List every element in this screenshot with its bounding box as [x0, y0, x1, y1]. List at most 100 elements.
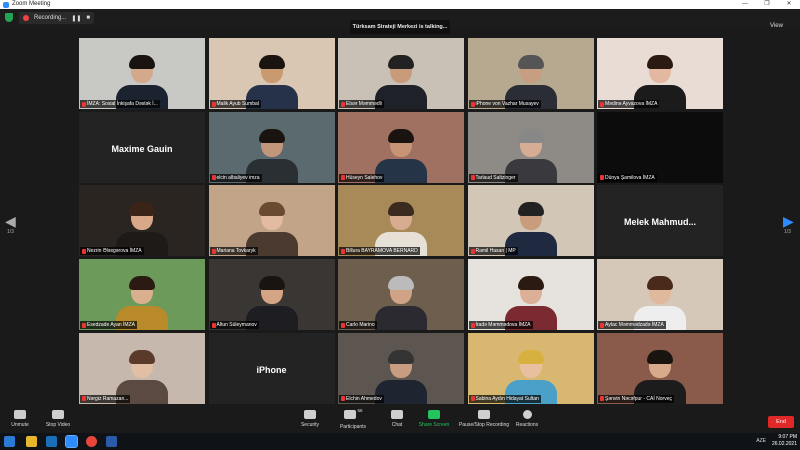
muted-mic-icon — [470, 322, 475, 328]
participants-button[interactable]: 56 Participants — [334, 408, 372, 430]
outlook-icon[interactable] — [46, 436, 57, 447]
participant-name: iPhone von Vazhar Musayev — [475, 101, 539, 107]
share-screen-button[interactable]: Share Screen — [414, 408, 454, 428]
participant-tile[interactable]: Aytac Məmmədzadə İMZA — [597, 259, 723, 331]
participant-tile[interactable]: iPhone — [208, 332, 335, 404]
muted-mic-icon — [82, 322, 86, 328]
recording-dot-icon — [23, 15, 29, 21]
active-speaker-banner: Türksam Strateji Merkezi is talking... — [350, 20, 450, 34]
participant-name-label: Carlo Marino — [339, 321, 377, 330]
participant-tile[interactable]: Billura BAYRAMOVA BERNARD — [338, 185, 464, 257]
word-icon[interactable] — [106, 436, 117, 447]
participant-name-label: Elchin Ahmedov — [339, 394, 384, 403]
participant-tile[interactable]: Malik Ayub Sumbal — [208, 38, 335, 109]
pause-recording-label: Pause/Stop Recording — [458, 422, 510, 428]
participant-name: Nərgiz Ramazan... — [87, 395, 129, 402]
participant-tile[interactable]: İMZA: Sosial İnkişafa Dəstək İ... — [79, 38, 205, 109]
participant-tile[interactable]: Ramil Hasan | MP — [467, 185, 594, 257]
participant-tile[interactable]: Esedzade Ayan İMZA — [79, 259, 205, 331]
muted-mic-icon — [341, 396, 345, 402]
participant-name-label: Nərgiz Ramazan... — [80, 394, 131, 403]
muted-mic-icon — [211, 101, 216, 107]
participant-name-label: Sabina Aydın Hidayat Sultan — [468, 394, 541, 403]
security-shield-icon[interactable] — [5, 13, 13, 22]
participant-tile[interactable]: Hüseyn Salehov — [338, 111, 464, 183]
windows-taskbar: AZE 9:07 PM 26.02.2021 — [0, 433, 800, 450]
participant-tile[interactable]: Elchin Ahmedov — [338, 332, 464, 404]
participant-tile[interactable]: Nezrin Ələsgərova İMZA — [79, 185, 205, 257]
participant-tile[interactable]: Şənvin Nəcəfpur - CAİ Norveç — [597, 332, 723, 404]
close-button[interactable]: ✕ — [778, 0, 800, 9]
participant-name: İradə Məmmədova İMZA — [475, 322, 531, 329]
participant-tile[interactable]: Melek Mahmud... — [597, 185, 723, 257]
participant-tile[interactable]: Carlo Marino — [338, 259, 464, 331]
muted-mic-icon — [600, 396, 604, 402]
chat-button[interactable]: Chat — [377, 408, 417, 428]
reactions-smiley-icon — [522, 410, 532, 419]
file-explorer-icon[interactable] — [26, 436, 37, 447]
meeting-toolbar: Unmute Stop Video Security 56 Participan… — [0, 406, 800, 433]
clock-date: 26.02.2021 — [771, 441, 797, 447]
end-meeting-button[interactable]: End — [768, 416, 794, 428]
pause-recording-button[interactable]: ❚❚ — [71, 15, 81, 22]
stop-video-button[interactable]: Stop Video — [38, 408, 78, 428]
participant-name: Sabina Aydın Hidayat Sultan — [475, 395, 539, 402]
participant-tile[interactable]: Tarlaud Saltzinger — [467, 111, 594, 183]
participant-tile[interactable]: iPhone von Vazhar Musayev — [467, 38, 594, 109]
reactions-button[interactable]: Reactions — [507, 408, 547, 428]
participant-tile[interactable]: İradə Məmmədova İMZA — [467, 259, 594, 331]
language-indicator[interactable]: AZE — [756, 438, 766, 444]
share-screen-label: Share Screen — [418, 422, 450, 428]
taskbar-clock[interactable]: 9:07 PM 26.02.2021 — [772, 434, 797, 448]
window-title: Zoom Meeting — [12, 1, 51, 7]
maximize-button[interactable]: ❐ — [756, 0, 778, 9]
participant-tile[interactable]: Elsər Məmmədli — [338, 38, 464, 109]
chrome-icon[interactable] — [86, 436, 97, 447]
participant-tile[interactable]: Mariana Tovkaryk — [208, 185, 335, 257]
view-button[interactable]: View — [770, 23, 783, 29]
minimize-button[interactable]: — — [734, 0, 756, 9]
participant-name: Esedzade Ayan İMZA — [87, 322, 135, 329]
muted-mic-icon — [82, 396, 86, 402]
participant-tile[interactable]: Mədinə Ayvazova İMZA — [597, 38, 723, 109]
participant-tile[interactable]: elcin albaliyev imza — [208, 111, 335, 183]
participant-name: Hüseyn Salehov — [346, 174, 383, 181]
participant-tile[interactable]: Altun Süleymanov — [208, 259, 335, 331]
muted-mic-icon — [341, 322, 345, 328]
stop-recording-button[interactable]: ■ — [86, 15, 90, 21]
participants-count: 56 — [357, 408, 363, 413]
participant-display-name: iPhone — [256, 364, 287, 375]
system-tray: AZE — [756, 438, 766, 444]
muted-mic-icon — [470, 248, 475, 254]
muted-mic-icon — [470, 101, 475, 107]
window-controls: — ❐ ✕ — [734, 0, 800, 9]
recording-label: Recording... — [34, 15, 67, 21]
security-label: Security — [300, 422, 320, 428]
muted-mic-icon — [211, 175, 216, 181]
participant-name-label: Ramil Hasan | MP — [468, 247, 518, 256]
window-titlebar: Zoom Meeting — ❐ ✕ — [0, 0, 800, 9]
security-button[interactable]: Security — [290, 408, 330, 428]
participant-name-label: Dünya Şamilova İMZA — [598, 173, 657, 182]
participant-tile[interactable]: Maxime Gauin — [79, 111, 205, 183]
participants-icon — [344, 410, 357, 419]
participant-name: Şənvin Nəcəfpur - CAİ Norveç — [605, 395, 672, 402]
participant-name-label: Malik Ayub Sumbal — [209, 100, 261, 108]
meeting-topbar: Recording... ❚❚ ■ Türksam Strateji Merke… — [0, 9, 800, 34]
windows-start-icon[interactable] — [4, 436, 15, 447]
participant-tile[interactable]: Nərgiz Ramazan... — [79, 332, 205, 404]
muted-mic-icon — [82, 248, 86, 254]
participant-tile[interactable]: Sabina Aydın Hidayat Sultan — [467, 332, 594, 404]
previous-page-arrow-icon[interactable]: ◀ — [5, 213, 16, 230]
participant-tile[interactable]: Dünya Şamilova İMZA — [597, 111, 723, 183]
unmute-button[interactable]: Unmute — [0, 408, 40, 428]
clock-time: 9:07 PM — [778, 434, 797, 440]
participant-name: Nezrin Ələsgərova İMZA — [87, 248, 142, 255]
next-page-arrow-icon[interactable]: ▶ — [783, 213, 794, 230]
muted-microphone-icon — [14, 410, 26, 419]
participant-name: Billura BAYRAMOVA BERNARD — [346, 248, 418, 255]
zoom-taskbar-icon[interactable] — [65, 435, 78, 448]
participant-name-label: Nezrin Ələsgərova İMZA — [80, 247, 144, 256]
pause-stop-recording-button[interactable]: Pause/Stop Recording — [456, 408, 512, 428]
participant-name-label: iPhone von Vazhar Musayev — [468, 100, 541, 108]
